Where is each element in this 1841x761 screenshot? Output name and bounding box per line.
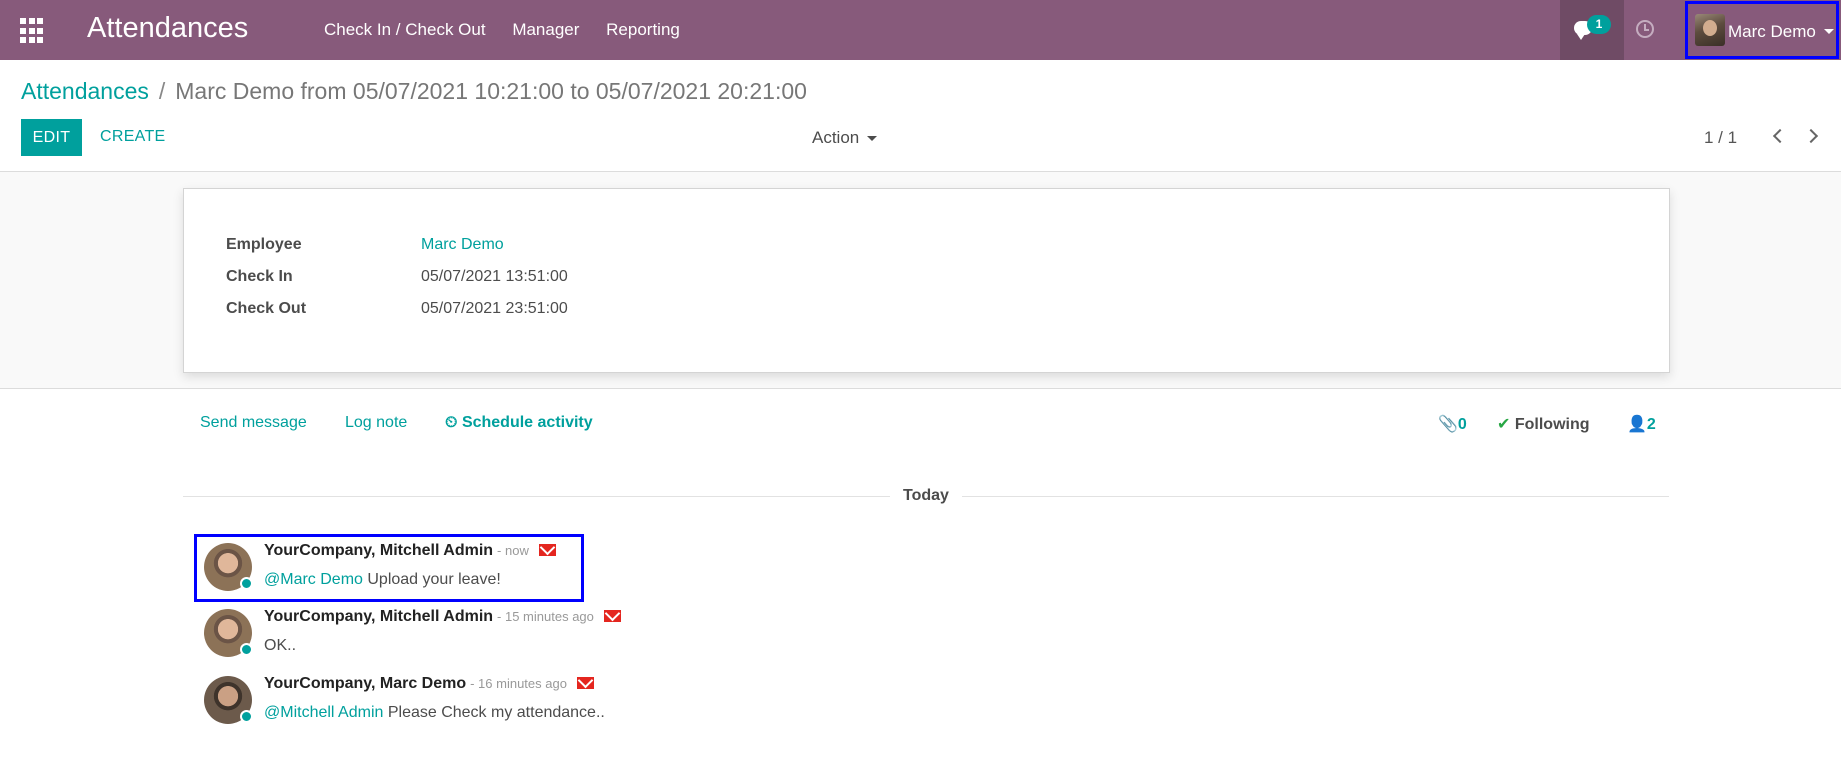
user-icon: 👤 [1627, 416, 1647, 433]
caret-down-icon [867, 136, 878, 142]
breadcrumb-separator: / [158, 78, 166, 104]
divider [183, 496, 890, 497]
message-body: @Marc Demo Upload your leave! [264, 571, 501, 589]
chevron-right-icon[interactable] [1803, 128, 1819, 144]
breadcrumb: Attendances / Marc Demo from 05/07/2021 10… [21, 78, 807, 105]
user-menu[interactable]: Marc Demo [1685, 1, 1839, 59]
following-label: Following [1514, 416, 1590, 433]
breadcrumb-current: Marc Demo from 05/07/2021 10:21:00 to 05… [175, 78, 807, 104]
envelope-icon [576, 677, 594, 689]
user-name: Marc Demo [1728, 22, 1816, 41]
chevron-left-icon[interactable] [1772, 128, 1788, 144]
action-label: Action [812, 128, 860, 147]
message-author: YourCompany, Marc Demo - 16 minutes ago [264, 675, 594, 693]
check-out-label: Check Out [226, 300, 307, 317]
employee-label: Employee [226, 236, 302, 253]
author-name[interactable]: YourCompany, Mitchell Admin [264, 608, 493, 625]
message-text: Upload your leave! [362, 571, 501, 588]
mention-link[interactable]: @Marc Demo [264, 571, 363, 588]
message-body: @Mitchell Admin Please Check my attendan… [264, 704, 605, 722]
schedule-activity-label: Schedule activity [461, 414, 593, 431]
app-title[interactable]: Attendances [87, 12, 248, 45]
online-status-icon [240, 710, 253, 723]
divider [962, 496, 1669, 497]
author-name[interactable]: YourCompany, Mitchell Admin [264, 542, 493, 559]
message-time: - now [497, 543, 529, 558]
check-icon: ✔ [1497, 416, 1511, 433]
clock-icon[interactable] [1636, 20, 1654, 38]
followers-count: 2 [1646, 416, 1656, 433]
attachments-count: 0 [1457, 416, 1467, 433]
attachments-button[interactable]: 📎0 [1438, 414, 1467, 434]
message-item: YourCompany, Marc Demo - 16 minutes ago @… [200, 669, 760, 727]
create-button[interactable]: CREATE [100, 128, 166, 146]
chevron-down-icon [1824, 29, 1834, 34]
online-status-icon [240, 643, 253, 656]
send-message-button[interactable]: Send message [200, 414, 307, 432]
envelope-icon [603, 610, 621, 622]
clock-icon: ⏲ [445, 414, 458, 431]
menu-check-in-out[interactable]: Check In / Check Out [324, 20, 486, 39]
breadcrumb-parent[interactable]: Attendances [21, 78, 149, 104]
check-in-label: Check In [226, 268, 293, 285]
employee-value[interactable]: Marc Demo [421, 236, 504, 254]
following-button[interactable]: ✔ Following [1497, 414, 1590, 434]
main-menu: Check In / Check Out Manager Reporting [324, 20, 702, 40]
author-name[interactable]: YourCompany, Marc Demo [264, 675, 466, 692]
message-item: YourCompany, Mitchell Admin - now @Marc D… [200, 536, 760, 594]
form-sheet [183, 188, 1670, 373]
check-in-value: 05/07/2021 13:51:00 [421, 268, 568, 285]
top-navbar: Attendances Check In / Check Out Manager… [0, 0, 1841, 60]
message-body: OK.. [264, 637, 296, 655]
message-time: - 15 minutes ago [497, 609, 594, 624]
paperclip-icon: 📎 [1438, 416, 1458, 433]
followers-button[interactable]: 👤2 [1627, 414, 1656, 434]
messaging-menu[interactable]: 1 [1560, 0, 1624, 60]
check-out-value: 05/07/2021 23:51:00 [421, 300, 568, 317]
message-text: OK.. [264, 637, 297, 654]
date-separator: Today [903, 487, 949, 504]
action-dropdown[interactable]: Action [812, 128, 878, 148]
envelope-icon [538, 544, 556, 556]
log-note-button[interactable]: Log note [345, 414, 407, 432]
menu-manager[interactable]: Manager [512, 20, 579, 39]
pager-value[interactable]: 1 / 1 [1704, 128, 1737, 148]
chat-badge: 1 [1587, 15, 1611, 34]
online-status-icon [240, 577, 253, 590]
apps-grid-icon[interactable] [20, 18, 46, 44]
menu-reporting[interactable]: Reporting [606, 20, 680, 39]
message-author: YourCompany, Mitchell Admin - now [264, 542, 556, 560]
message-item: YourCompany, Mitchell Admin - 15 minutes … [200, 602, 760, 660]
avatar [1695, 14, 1725, 46]
message-text: Please Check my attendance.. [383, 704, 605, 721]
schedule-activity-button[interactable]: ⏲ Schedule activity [445, 414, 593, 432]
mention-link[interactable]: @Mitchell Admin [264, 704, 383, 721]
message-author: YourCompany, Mitchell Admin - 15 minutes … [264, 608, 621, 626]
edit-button[interactable]: EDIT [21, 119, 82, 156]
message-time: - 16 minutes ago [470, 676, 567, 691]
